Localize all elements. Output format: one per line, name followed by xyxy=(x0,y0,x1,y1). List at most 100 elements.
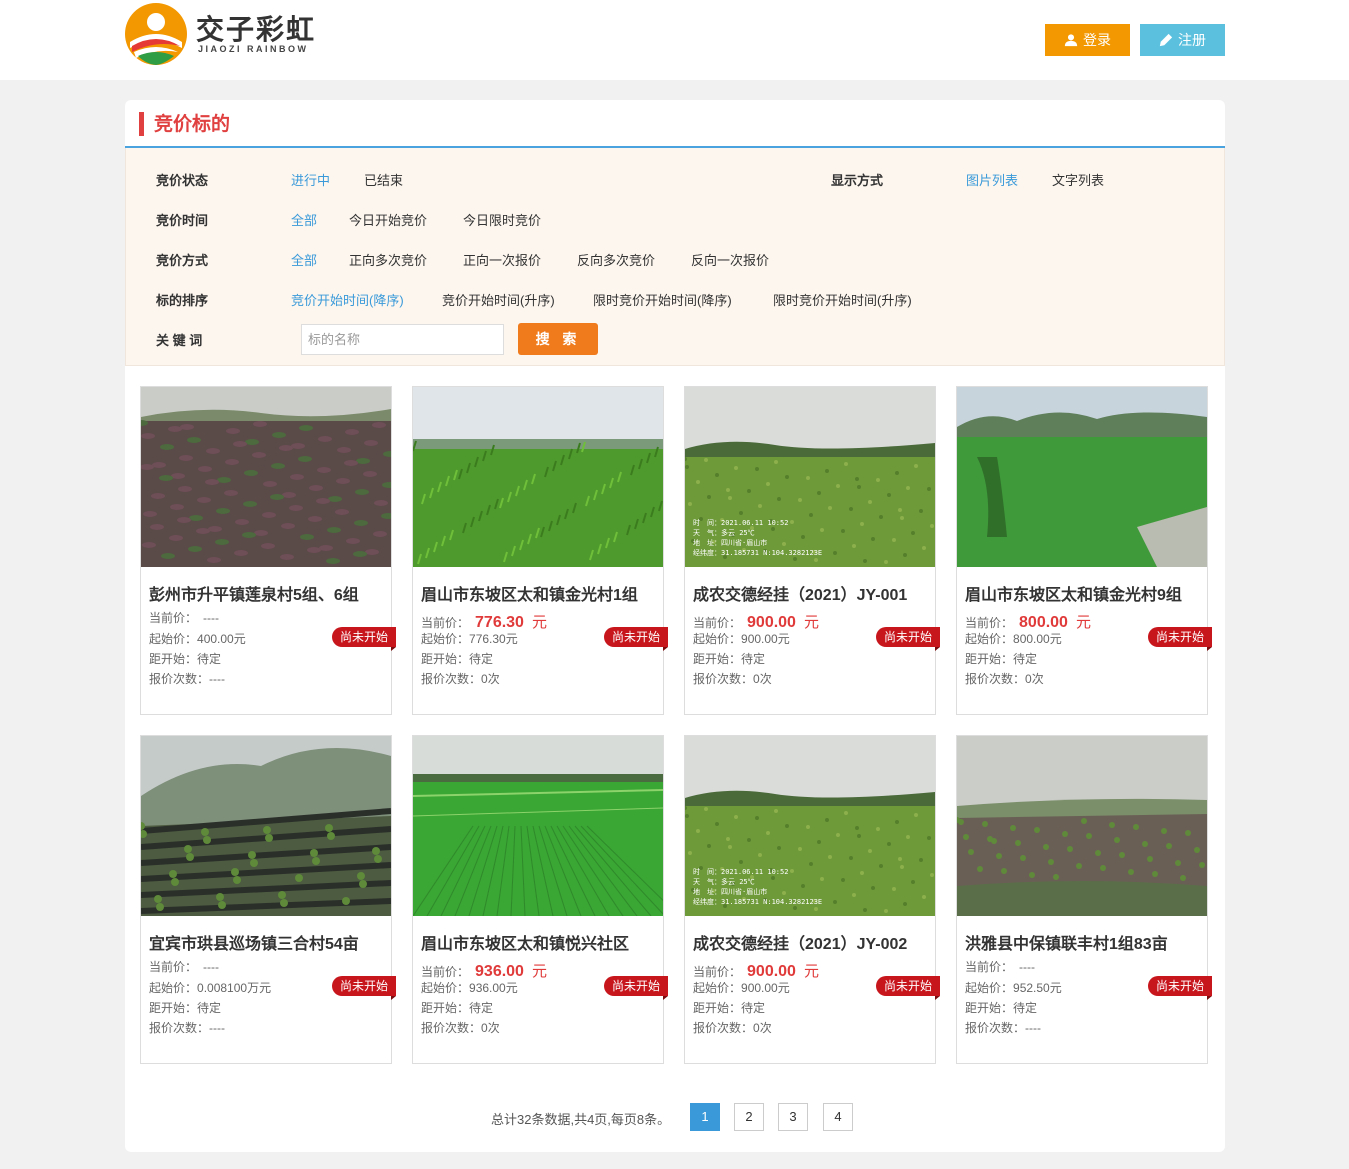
method-option-reverse-multi[interactable]: 反向多次竞价 xyxy=(577,250,655,269)
current-price: 936.00 xyxy=(475,963,524,980)
sort-option-limited-desc[interactable]: 限时竞价开始时间(降序) xyxy=(593,290,732,309)
item-card[interactable]: 眉山市东坡区太和镇悦兴社区 当前价： 936.00 元起始价：936.00元 距开始：待… xyxy=(412,735,668,1064)
search-button[interactable]: 搜 索 xyxy=(518,323,598,355)
countdown-row: 距开始：待定 xyxy=(693,999,765,1016)
current-price: 800.00 xyxy=(1019,614,1068,631)
method-option-forward-multi[interactable]: 正向多次竞价 xyxy=(349,250,427,269)
display-option-text[interactable]: 文字列表 xyxy=(1052,170,1104,189)
countdown-label: 距开始： xyxy=(149,652,198,666)
sort-filter-label: 标的排序 xyxy=(156,293,209,308)
page-button-1[interactable]: 1 xyxy=(690,1103,720,1131)
countdown-row: 距开始：待定 xyxy=(149,650,221,667)
sort-option-limited-asc[interactable]: 限时竞价开始时间(升序) xyxy=(773,290,912,309)
start-price-label: 起始价： xyxy=(421,981,470,995)
rainbow-logo-icon xyxy=(125,3,187,65)
current-price: 776.30 xyxy=(475,614,524,631)
section-title: 竞价标的 xyxy=(139,112,230,136)
item-photo[interactable]: 时 间：2021.06.11 10:52 天 气：多云 25℃ 地 址：四川省·眉山… xyxy=(685,387,935,567)
item-card[interactable]: 眉山市东坡区太和镇金光村9组 当前价： 800.00 元起始价：800.00元 距开始：… xyxy=(956,386,1212,715)
item-title[interactable]: 彭州市升平镇莲泉村5组、6组 xyxy=(149,581,385,605)
current-price-row: 当前价： ---- xyxy=(149,609,219,626)
item-card[interactable]: 彭州市升平镇莲泉村5组、6组 当前价： ---- 起始价：400.00元 距开始：待定报… xyxy=(140,386,396,715)
login-button[interactable]: 登录 xyxy=(1045,24,1130,56)
countdown-row: 距开始：待定 xyxy=(693,650,765,667)
status-badge: 尚未开始 xyxy=(1148,627,1212,651)
user-icon xyxy=(1064,34,1078,47)
item-photo[interactable] xyxy=(141,387,391,567)
current-price-row: 当前价： ---- xyxy=(149,958,219,975)
method-option-reverse-once[interactable]: 反向一次报价 xyxy=(691,250,769,269)
countdown-row: 距开始：待定 xyxy=(965,999,1037,1016)
status-badge: 尚未开始 xyxy=(332,627,396,651)
sort-option-start-desc[interactable]: 竞价开始时间(降序) xyxy=(291,290,404,309)
item-card[interactable]: 宜宾市珙县巡场镇三合村54亩当前价： ---- 起始价：0.008100万元 距开始：… xyxy=(140,735,396,1064)
method-option-all[interactable]: 全部 xyxy=(291,250,317,269)
countdown-value: 待定 xyxy=(741,1001,766,1015)
countdown-row: 距开始：待定 xyxy=(149,999,221,1016)
status-badge: 尚未开始 xyxy=(876,627,940,651)
countdown-value: 待定 xyxy=(469,1001,494,1015)
svg-text:天 气：多云 25℃: 天 气：多云 25℃ xyxy=(693,877,755,886)
item-card[interactable]: 眉山市东坡区太和镇金光村1组 当前价： 776.30 元起始价：776.30元 距开始：… xyxy=(412,386,668,715)
current-price-label: 当前价： xyxy=(421,616,470,630)
time-option-today-start[interactable]: 今日开始竞价 xyxy=(349,210,427,229)
bid-count: 0次 xyxy=(753,1021,772,1035)
item-title[interactable]: 成农交德经挂（2021）JY-001 xyxy=(693,581,929,605)
price-unit: 元 xyxy=(803,963,819,980)
page-button-4[interactable]: 4 xyxy=(823,1103,853,1131)
site-logo[interactable]: 交子彩虹 JIAOZI RAINBOW xyxy=(124,2,324,68)
item-card[interactable]: 洪雅县中保镇联丰村1组83亩 当前价： ---- 起始价：952.50元 距开始：待定报… xyxy=(956,735,1212,1064)
display-option-image[interactable]: 图片列表 xyxy=(966,170,1018,189)
item-photo[interactable]: 时 间：2021.06.11 10:52 天 气：多云 25℃ 地 址：四川省·眉山… xyxy=(685,736,935,916)
sort-option-start-asc[interactable]: 竞价开始时间(升序) xyxy=(442,290,555,309)
field-photo-hillside-farm xyxy=(141,736,391,916)
item-photo[interactable] xyxy=(957,736,1207,916)
time-option-today-limited[interactable]: 今日限时竞价 xyxy=(463,210,541,229)
current-price-row: 当前价： 900.00 元 xyxy=(693,960,819,981)
status-badge: 尚未开始 xyxy=(332,976,396,1000)
start-price: 776.30元 xyxy=(469,632,518,646)
item-title[interactable]: 洪雅县中保镇联丰村1组83亩 xyxy=(965,930,1201,954)
field-photo-green-field-stamped: 时 间：2021.06.11 10:52天 气：多云 25℃地 址：四川省·眉山… xyxy=(685,387,935,567)
current-price-label: 当前价： xyxy=(693,965,742,979)
item-photo[interactable] xyxy=(413,736,663,916)
countdown-row: 距开始：待定 xyxy=(965,650,1037,667)
item-card[interactable]: 时 间：2021.06.11 10:52 天 气：多云 25℃ 地 址：四川省·眉山… xyxy=(684,735,940,1064)
logo-english-name: JIAOZI RAINBOW xyxy=(198,44,309,54)
keyword-input[interactable] xyxy=(301,324,504,355)
item-photo[interactable] xyxy=(413,387,663,567)
svg-text:地 址：四川省·眉山市: 地 址：四川省·眉山市 xyxy=(693,887,767,896)
current-price-row: 当前价： ---- xyxy=(965,958,1035,975)
item-title[interactable]: 眉山市东坡区太和镇悦兴社区 xyxy=(421,930,657,954)
item-title[interactable]: 眉山市东坡区太和镇金光村9组 xyxy=(965,581,1201,605)
time-option-all[interactable]: 全部 xyxy=(291,210,317,229)
bid-count-label: 报价次数： xyxy=(693,1021,754,1035)
item-photo[interactable] xyxy=(141,736,391,916)
item-card[interactable]: 时 间：2021.06.11 10:52 天 气：多云 25℃ 地 址：四川省·眉山… xyxy=(684,386,940,715)
countdown-row: 距开始：待定 xyxy=(421,999,493,1016)
start-price-label: 起始价： xyxy=(693,632,742,646)
method-option-forward-once[interactable]: 正向一次报价 xyxy=(463,250,541,269)
register-button[interactable]: 注册 xyxy=(1140,24,1225,56)
item-title[interactable]: 成农交德经挂（2021）JY-002 xyxy=(693,930,929,954)
start-price-label: 起始价： xyxy=(965,632,1014,646)
method-filter-label: 竞价方式 xyxy=(156,253,209,268)
status-badge: 尚未开始 xyxy=(1148,976,1212,1000)
bid-count-row: 报价次数：---- xyxy=(965,1019,1041,1036)
bid-count-row: 报价次数：0次 xyxy=(965,670,1044,687)
page-button-2[interactable]: 2 xyxy=(734,1103,764,1131)
countdown-label: 距开始： xyxy=(693,1001,742,1015)
page-button-3[interactable]: 3 xyxy=(778,1103,808,1131)
current-price: ---- xyxy=(203,611,219,625)
status-option-ongoing[interactable]: 进行中 xyxy=(291,170,330,189)
start-price-row: 起始价：800.00元 xyxy=(965,630,1062,647)
start-price-label: 起始价： xyxy=(149,981,198,995)
status-option-ended[interactable]: 已结束 xyxy=(364,170,403,189)
start-price-row: 起始价：0.008100万元 xyxy=(149,979,271,996)
item-title[interactable]: 眉山市东坡区太和镇金光村1组 xyxy=(421,581,657,605)
item-title[interactable]: 宜宾市珙县巡场镇三合村54亩 xyxy=(149,930,385,954)
status-badge: 尚未开始 xyxy=(604,627,668,651)
bid-count-label: 报价次数： xyxy=(149,1021,210,1035)
current-price-label: 当前价： xyxy=(693,616,742,630)
item-photo[interactable] xyxy=(957,387,1207,567)
